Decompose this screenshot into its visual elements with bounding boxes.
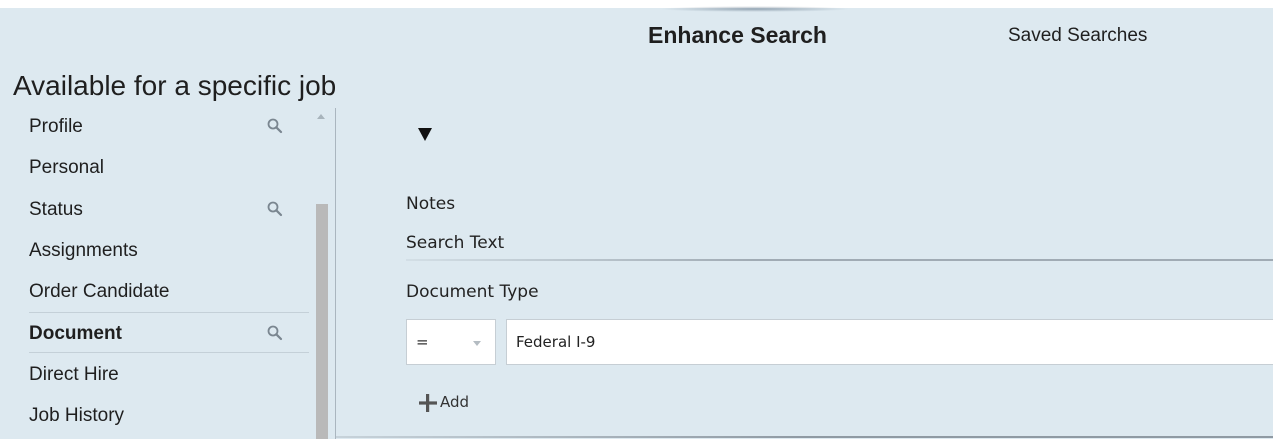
scrollbar-thumb[interactable] xyxy=(316,204,328,439)
operator-value: = xyxy=(416,333,429,351)
sidebar-item-order-candidate[interactable]: Order Candidate xyxy=(29,273,309,311)
add-criteria-button[interactable]: Add xyxy=(418,390,498,414)
scroll-up-arrow-icon[interactable] xyxy=(317,114,325,119)
sidebar-item-personal[interactable]: Personal xyxy=(29,149,309,187)
top-band xyxy=(0,0,1273,8)
search-icon[interactable] xyxy=(265,116,285,136)
sidebar-item-label: Status xyxy=(29,199,83,220)
sidebar-item-label: Personal xyxy=(29,157,104,178)
add-label: Add xyxy=(440,393,470,411)
sidebar-item-label: Document xyxy=(29,323,122,344)
sidebar-item-label: Direct Hire xyxy=(29,364,119,385)
tab-enhance-search[interactable]: Enhance Search xyxy=(648,22,827,49)
search-text-label: Search Text xyxy=(406,233,505,253)
sidebar-item-label: Assignments xyxy=(29,240,138,261)
search-icon[interactable] xyxy=(265,199,285,219)
plus-icon xyxy=(419,394,437,412)
bottom-divider xyxy=(336,436,1273,438)
page-title: Available for a specific job xyxy=(13,70,337,101)
selection-divider xyxy=(29,312,309,313)
sidebar-item-status[interactable]: Status xyxy=(29,191,309,229)
sidebar-item-label: Job History xyxy=(29,405,125,426)
active-tab-indicator xyxy=(660,6,850,12)
enhance-search-window: Enhance Search Saved Searches Available … xyxy=(0,0,1273,439)
category-sidebar: Profile Personal Status Assignments Orde… xyxy=(0,108,336,439)
notes-label: Notes xyxy=(406,194,456,214)
filter-funnel-icon[interactable] xyxy=(417,126,433,142)
sidebar-item-label: Order Candidate xyxy=(29,281,170,302)
chevron-down-icon xyxy=(473,341,481,346)
sidebar-scrollbar[interactable] xyxy=(312,108,332,439)
sidebar-item-direct-hire[interactable]: Direct Hire xyxy=(29,356,309,394)
sidebar-item-document[interactable]: Document xyxy=(29,315,309,353)
panel-divider xyxy=(335,108,336,439)
search-icon[interactable] xyxy=(265,323,285,343)
document-type-value-field[interactable]: Federal I-9 xyxy=(506,319,1273,365)
sidebar-item-assignments[interactable]: Assignments xyxy=(29,232,309,270)
sidebar-item-label: Profile xyxy=(29,116,83,137)
search-text-field[interactable] xyxy=(406,259,1273,261)
selection-divider xyxy=(29,352,309,353)
operator-dropdown[interactable]: = xyxy=(406,319,496,365)
document-type-label: Document Type xyxy=(406,282,539,302)
sidebar-item-profile[interactable]: Profile xyxy=(29,108,309,146)
tab-saved-searches[interactable]: Saved Searches xyxy=(1008,25,1147,47)
sidebar-item-job-history[interactable]: Job History xyxy=(29,397,309,435)
